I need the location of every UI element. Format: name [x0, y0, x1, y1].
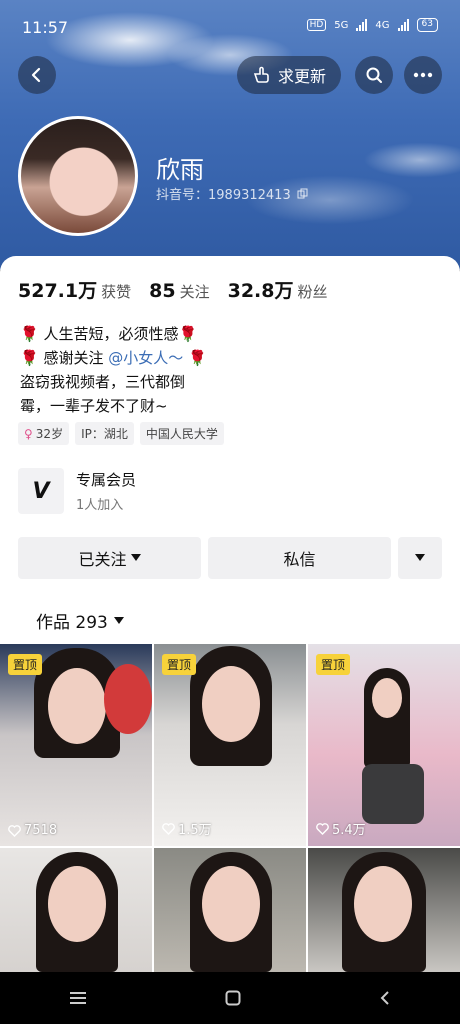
status-time: 11:57	[22, 18, 69, 37]
bio-line-1: 人生苦短，必须性感	[43, 325, 179, 343]
rose-icon: 🌹	[188, 349, 207, 367]
hd-icon: HD	[306, 19, 327, 31]
pinned-badge: 置顶	[316, 654, 351, 675]
video-thumb[interactable]	[308, 848, 460, 972]
heart-icon	[8, 824, 21, 837]
net-5g-label: 5G	[334, 19, 349, 31]
bio-line-2: 感谢关注	[43, 349, 109, 367]
tag-school[interactable]: 中国人民大学	[139, 422, 224, 445]
pinned-badge: 置顶	[162, 654, 197, 675]
status-bar: 11:57 HD 5G 4G 63	[0, 0, 460, 40]
rose-icon: 🌹	[178, 325, 198, 343]
home-icon[interactable]	[225, 990, 241, 1006]
female-icon: ♀	[24, 426, 33, 441]
search-icon	[366, 67, 382, 83]
douyin-id-text: 抖音号：1989312413	[156, 188, 291, 203]
member-entry[interactable]: V 专属会员 1人加入	[18, 468, 136, 514]
message-button[interactable]: 私信	[208, 537, 391, 579]
heart-icon	[162, 822, 175, 835]
request-update-label: 求更新	[277, 67, 326, 86]
bio-line-3: 盗窃我视频者，三代都倒	[20, 373, 186, 391]
douyin-id[interactable]: 抖音号：1989312413	[156, 184, 308, 203]
tag-age: ♀ 32岁	[18, 422, 70, 445]
video-thumb[interactable]: 置顶 1.5万	[154, 644, 306, 846]
back-button[interactable]	[18, 56, 56, 94]
pinned-badge: 置顶	[8, 654, 43, 675]
rose-icon: 🌹	[20, 349, 39, 367]
vip-v-icon: V	[18, 468, 64, 514]
profile-card: 527.1万 获赞 85 关注 32.8万 粉丝 🌹 人生苦短，必须性感🌹 🌹 感谢关…	[0, 256, 460, 644]
like-count: 1.5万	[162, 819, 212, 838]
tab-works[interactable]: 作品 293	[36, 608, 124, 633]
like-count: 7518	[8, 823, 57, 838]
status-icons: HD 5G 4G 63	[306, 18, 438, 32]
member-title: 专属会员	[76, 471, 137, 489]
back-icon	[31, 67, 41, 83]
search-button[interactable]	[355, 56, 393, 94]
followed-button[interactable]: 已关注	[18, 537, 201, 579]
tags-row: ♀ 32岁 IP：湖北 中国人民大学	[18, 422, 224, 445]
more-button[interactable]	[404, 56, 442, 94]
bio-mention-link[interactable]: @小女人～	[108, 349, 183, 367]
rose-icon: 🌹	[20, 325, 39, 343]
works-label: 作品 293	[36, 613, 108, 633]
system-nav-bar	[0, 972, 460, 1024]
video-thumb[interactable]: 置顶 5.4万	[308, 644, 460, 846]
signal-icon	[356, 19, 368, 31]
video-grid: 置顶 7518 置顶 1.5万 置顶 5.4万	[0, 644, 460, 972]
stat-likes[interactable]: 527.1万 获赞	[18, 276, 131, 303]
copy-icon	[297, 188, 308, 199]
avatar[interactable]	[18, 116, 138, 236]
request-update-button[interactable]: 求更新	[237, 56, 341, 94]
signal-icon	[397, 19, 409, 31]
followed-label: 已关注	[78, 550, 127, 569]
nickname: 欣雨	[156, 156, 204, 184]
video-thumb[interactable]: 置顶 7518	[0, 644, 152, 846]
video-thumb[interactable]	[0, 848, 152, 972]
caret-down-icon	[130, 554, 141, 561]
more-icon	[413, 72, 433, 78]
back-nav-icon[interactable]	[379, 990, 391, 1006]
video-thumb[interactable]	[154, 848, 306, 972]
menu-icon[interactable]	[69, 991, 87, 1005]
battery-icon: 63	[416, 18, 438, 32]
message-label: 私信	[283, 550, 316, 569]
caret-down-icon	[415, 554, 425, 561]
recommend-toggle-button[interactable]	[398, 537, 442, 579]
thumb-point-icon	[253, 66, 269, 83]
stats-row: 527.1万 获赞 85 关注 32.8万 粉丝	[18, 276, 328, 303]
tag-ip: IP：湖北	[75, 422, 134, 445]
stat-following[interactable]: 85 关注	[149, 280, 209, 302]
net-4g-label: 4G	[375, 19, 390, 31]
stat-followers[interactable]: 32.8万 粉丝	[228, 276, 328, 303]
heart-icon	[316, 822, 329, 835]
like-count: 5.4万	[316, 819, 366, 838]
member-subtitle: 1人加入	[76, 498, 124, 513]
bio: 🌹 人生苦短，必须性感🌹 🌹 感谢关注 @小女人～ 🌹 盗窃我视频者，三代都倒 …	[20, 322, 340, 418]
bio-line-4: 霉，一辈子发不了财~	[20, 397, 168, 415]
caret-down-icon	[113, 616, 124, 624]
